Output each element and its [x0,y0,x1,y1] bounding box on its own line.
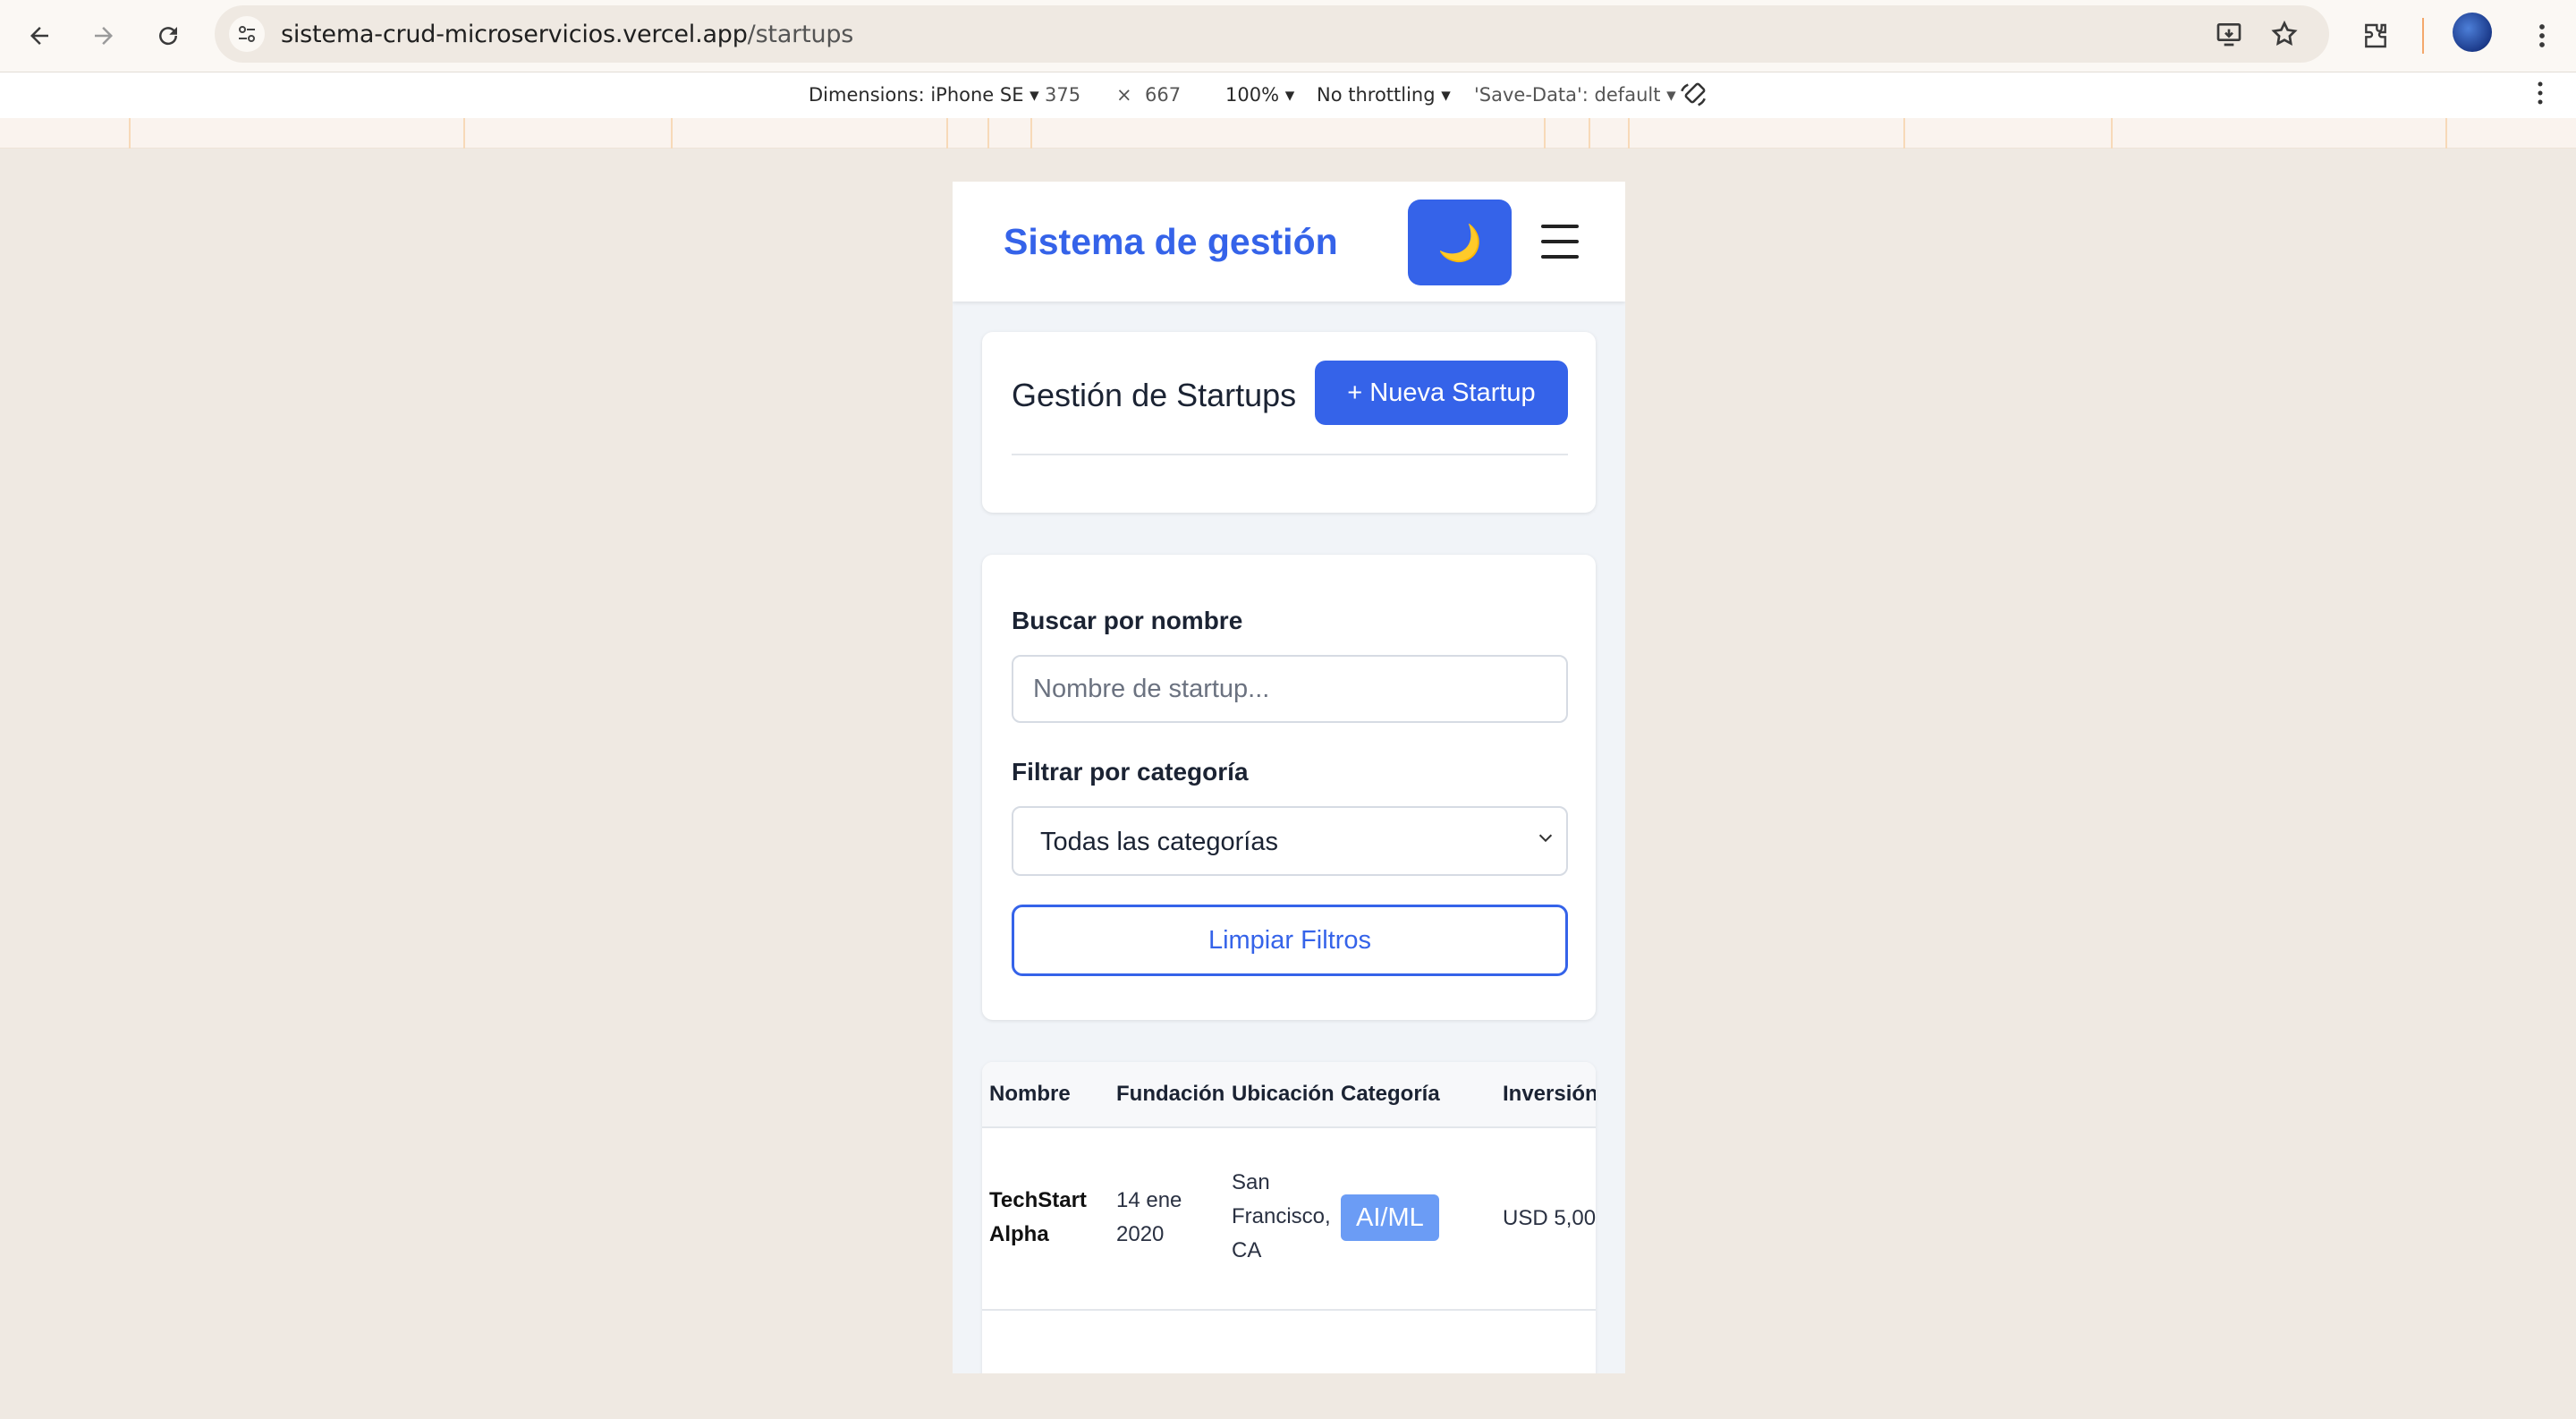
column-header[interactable]: Categoría [1341,1082,1440,1107]
more-menu-icon[interactable] [2522,16,2562,55]
zoom-select[interactable]: 100% ▾ [1225,84,1294,106]
hamburger-menu-icon[interactable] [1534,216,1586,268]
startup-name: TechStart Alpha [989,1188,1087,1246]
zoom-label: 100% [1225,84,1280,106]
media-query-ruler [0,118,2576,149]
column-header[interactable]: Ubicación [1232,1082,1335,1107]
page-title: Gestión de Startups [1012,377,1297,413]
app-header: Sistema de gestión 🌙 [953,182,1625,302]
site-info-icon[interactable] [229,16,265,52]
category-label: Filtrar por categoría [1012,758,1249,786]
table-header: Nombre Fundación Ubicación Categoría Inv… [982,1062,1596,1128]
theme-toggle-button[interactable]: 🌙 [1408,200,1512,285]
height-input[interactable]: 667 [1145,84,1181,106]
search-input[interactable] [1012,655,1568,723]
device-toolbar: Dimensions: iPhone SE ▾ 375 × 667 100% ▾… [0,72,2576,118]
back-icon[interactable] [20,16,59,55]
browser-toolbar: sistema-crud-microservicios.vercel.app/s… [0,0,2576,72]
page-header-card: Gestión de Startups + Nueva Startup [982,332,1596,513]
category-badge: AI/ML [1341,1194,1439,1241]
url-host: sistema-crud-microservicios.vercel.app [281,21,748,48]
install-app-icon[interactable] [2209,14,2249,54]
new-startup-button[interactable]: + Nueva Startup [1315,361,1568,425]
founded-date: 14 ene 2020 [1116,1188,1182,1246]
mobile-viewport: Sistema de gestión 🌙 Gestión de Startups… [953,182,1625,1373]
dimensions-select[interactable]: Dimensions: iPhone SE ▾ [809,84,1039,106]
column-header[interactable]: Fundación [1116,1082,1224,1107]
profile-avatar[interactable] [2453,13,2492,52]
rotate-icon[interactable] [1678,80,1708,115]
url-path: /startups [747,21,854,48]
column-header[interactable]: Inversión [1503,1082,1596,1107]
header-divider [1012,454,1568,455]
startups-table: Nombre Fundación Ubicación Categoría Inv… [982,1062,1596,1373]
chevron-down-icon [1536,828,1555,854]
moon-icon: 🌙 [1437,223,1482,263]
filters-card: Buscar por nombre Filtrar por categoría … [982,555,1596,1020]
clear-filters-button[interactable]: Limpiar Filtros [1012,905,1568,976]
save-data-select[interactable]: 'Save-Data': default ▾ [1474,84,1676,106]
brand-title[interactable]: Sistema de gestión [1004,221,1338,263]
forward-icon[interactable] [84,16,123,55]
reload-icon[interactable] [148,16,188,55]
save-data-label: 'Save-Data': default [1474,84,1661,106]
column-header[interactable]: Nombre [989,1082,1071,1107]
category-select[interactable]: Todas las categorías [1012,806,1568,876]
search-label: Buscar por nombre [1012,607,1243,634]
toolbar-divider [2422,18,2424,54]
device-toolbar-more-icon[interactable] [2537,80,2544,111]
location: San Francisco, CA [1232,1170,1331,1262]
table-row[interactable]: TechStart Alpha 14 ene 2020 San Francisc… [982,1128,1596,1311]
throttling-label: No throttling [1317,84,1436,106]
bookmark-star-icon[interactable] [2265,14,2304,54]
category-selected-value: Todas las categorías [1040,828,1278,856]
dimensions-label: Dimensions: iPhone SE [809,84,1024,106]
url-text: sistema-crud-microservicios.vercel.app/s… [281,21,853,48]
times-sign: × [1116,84,1132,106]
width-input[interactable]: 375 [1045,84,1080,106]
throttling-select[interactable]: No throttling ▾ [1317,84,1451,106]
extensions-icon[interactable] [2356,16,2395,55]
investment-amount: USD 5,000 [1503,1206,1596,1230]
address-bar[interactable]: sistema-crud-microservicios.vercel.app/s… [215,5,2329,63]
